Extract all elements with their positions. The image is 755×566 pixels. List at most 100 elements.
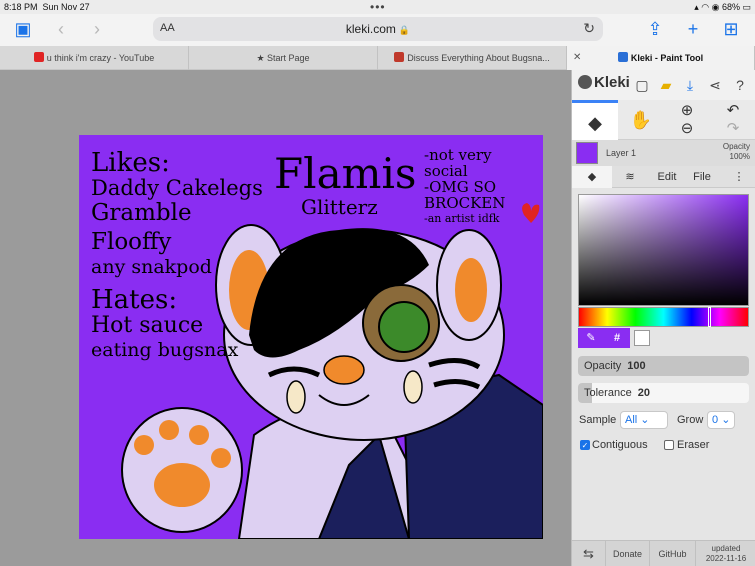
eraser-checkbox[interactable] (664, 440, 674, 450)
notes-block: -not very social -OMG SO BROCKEN -an art… (424, 147, 505, 227)
contiguous-checkbox[interactable]: ✓ (580, 440, 590, 450)
more-dots-icon[interactable]: ••• (370, 0, 386, 14)
like-item: Flooffy (91, 229, 172, 255)
layer-name: Layer 1 (606, 148, 637, 158)
drawing-canvas[interactable]: Likes: Daddy Cakelegs Gramble Flooffy an… (79, 135, 543, 539)
undo-redo-buttons[interactable]: ↶ ↷ (710, 100, 755, 140)
tolerance-label: Tolerance (584, 387, 632, 399)
sample-label: Sample (579, 414, 617, 426)
layer-thumbnail (576, 142, 598, 164)
panel-footer: ⇆ Donate GitHub updated 2022-11-16 (572, 540, 755, 566)
paint-bucket-icon: ◆ (587, 171, 597, 183)
more-menu-icon[interactable]: ⋮ (724, 166, 754, 188)
updated-info: updated 2022-11-16 (705, 544, 747, 563)
tab-layers[interactable]: ≋ (612, 166, 648, 188)
color-row: ✎ # (578, 328, 749, 348)
tab-bugsnax[interactable]: Discuss Everything About Bugsna... (378, 46, 567, 70)
layer-row[interactable]: Layer 1 Opacity 100% (572, 140, 755, 166)
tab-tool-settings[interactable]: ◆ (572, 166, 612, 188)
reload-icon[interactable]: ↻ (583, 20, 595, 37)
zoom-buttons[interactable]: ⊕ ⊖ (664, 100, 710, 140)
chevron-down-icon: ⌄ (640, 414, 650, 426)
donate-link[interactable]: Donate (606, 541, 650, 566)
current-color-swatch[interactable]: ✎ # (578, 328, 630, 348)
note-line: -an artist idfk (424, 212, 500, 225)
youtube-icon (33, 52, 44, 62)
swap-layout-icon[interactable]: ⇆ (572, 541, 606, 566)
tab-bar: u think i'm crazy - YouTube ★ Start Page… (0, 46, 755, 70)
zoom-out-icon[interactable]: ⊖ (681, 120, 694, 137)
hue-slider[interactable] (578, 307, 749, 327)
new-tab-icon[interactable]: + (680, 18, 706, 40)
sample-select[interactable]: All ⌄ (620, 411, 668, 429)
hand-icon: ✋ (629, 110, 653, 130)
panel-tabs: ◆ ≋ Edit File ⋮ (572, 166, 755, 188)
grow-select[interactable]: 0 ⌄ (707, 411, 735, 429)
star-icon: ★ (256, 53, 268, 63)
hate-item: Hot sauce (91, 313, 204, 338)
character-subname: Glitterz (301, 195, 378, 219)
fill-tool-button[interactable]: ◆ (572, 100, 618, 140)
opacity-label: Opacity (584, 360, 622, 372)
zoom-in-icon[interactable]: ⊕ (681, 102, 694, 119)
grow-label: Grow (677, 414, 704, 426)
status-time-date: 8:18 PM Sun Nov 27 (4, 2, 90, 12)
back-icon[interactable]: ‹ (48, 18, 74, 40)
hue-handle[interactable] (708, 307, 711, 327)
opacity-value: 100 (627, 360, 646, 372)
kleki-panel: Kleki ▢ ▰ ⤓ ⋖ ? ◆ ✋ ⊕ ⊖ ↶ ↷ Layer 1 Opacit… (571, 70, 755, 566)
address-bar[interactable]: AA kleki.com 🔒 ↻ (153, 17, 603, 41)
like-item: Gramble (91, 200, 192, 226)
note-line: -not very (424, 146, 492, 164)
tool-row: ◆ ✋ ⊕ ⊖ ↶ ↷ (572, 100, 755, 140)
sidebar-icon[interactable]: ▣ (10, 18, 36, 40)
kleki-icon (617, 52, 628, 62)
layer-opacity: Opacity 100% (722, 142, 750, 161)
url-text: kleki.com 🔒 (345, 22, 411, 36)
secondary-color-swatch[interactable] (634, 330, 650, 346)
new-image-icon[interactable]: ▢ (632, 75, 652, 95)
eraser-label: Eraser (677, 439, 710, 451)
note-line: -OMG SO (424, 178, 497, 196)
hex-input-button[interactable]: # (604, 328, 630, 348)
paint-bucket-icon: ◆ (588, 113, 602, 133)
layers-icon: ≋ (625, 171, 635, 183)
like-item: Daddy Cakelegs (91, 176, 263, 200)
character-name: Flamis (274, 149, 417, 198)
likes-title: Likes: (91, 148, 170, 178)
chevron-down-icon: ⌄ (721, 414, 731, 426)
contiguous-label: Contiguous (592, 439, 648, 451)
forward-icon[interactable]: › (84, 18, 110, 40)
canvas-workspace[interactable]: Likes: Daddy Cakelegs Gramble Flooffy an… (0, 70, 571, 566)
open-folder-icon[interactable]: ▰ (656, 75, 676, 95)
eyedropper-icon[interactable]: ✎ (578, 328, 604, 348)
browser-toolbar: ▣ ‹ › AA kleki.com 🔒 ↻ ⇪ + ⊞ (0, 14, 755, 46)
share-icon[interactable]: ⋖ (705, 75, 725, 95)
undo-icon[interactable]: ↶ (727, 102, 740, 119)
opacity-slider[interactable]: Opacity 100 (578, 356, 749, 376)
redo-icon[interactable]: ↷ (727, 120, 740, 137)
forum-icon (394, 52, 405, 62)
color-picker-area[interactable] (578, 194, 749, 306)
tolerance-value: 20 (637, 387, 650, 399)
kleki-logo: Kleki (578, 74, 630, 91)
github-link[interactable]: GitHub (650, 541, 696, 566)
lock-icon: 🔒 (398, 25, 411, 35)
tab-youtube[interactable]: u think i'm crazy - YouTube (0, 46, 189, 70)
download-icon[interactable]: ⤓ (680, 75, 700, 95)
tab-kleki[interactable]: ✕ Kleki - Paint Tool (567, 46, 755, 70)
panel-header: Kleki ▢ ▰ ⤓ ⋖ ? (572, 70, 755, 100)
tab-edit[interactable]: Edit (650, 166, 684, 188)
likes-block: Likes: Daddy Cakelegs Gramble Flooffy an… (91, 148, 263, 363)
tab-overview-icon[interactable]: ⊞ (718, 18, 744, 40)
close-tab-icon[interactable]: ✕ (573, 46, 581, 70)
help-icon[interactable]: ? (730, 75, 750, 95)
hate-item: eating bugsnax (91, 339, 239, 361)
tab-start-page[interactable]: ★ Start Page (189, 46, 378, 70)
status-bar: 8:18 PM Sun Nov 27 ••• ▴ ◠ ◉ 68% ▭ (0, 0, 755, 14)
share-icon[interactable]: ⇪ (642, 18, 668, 40)
note-line: social (424, 162, 468, 180)
tolerance-slider[interactable]: Tolerance 20 (578, 383, 749, 403)
tab-file[interactable]: File (684, 166, 720, 188)
hand-tool-button[interactable]: ✋ (618, 100, 664, 140)
